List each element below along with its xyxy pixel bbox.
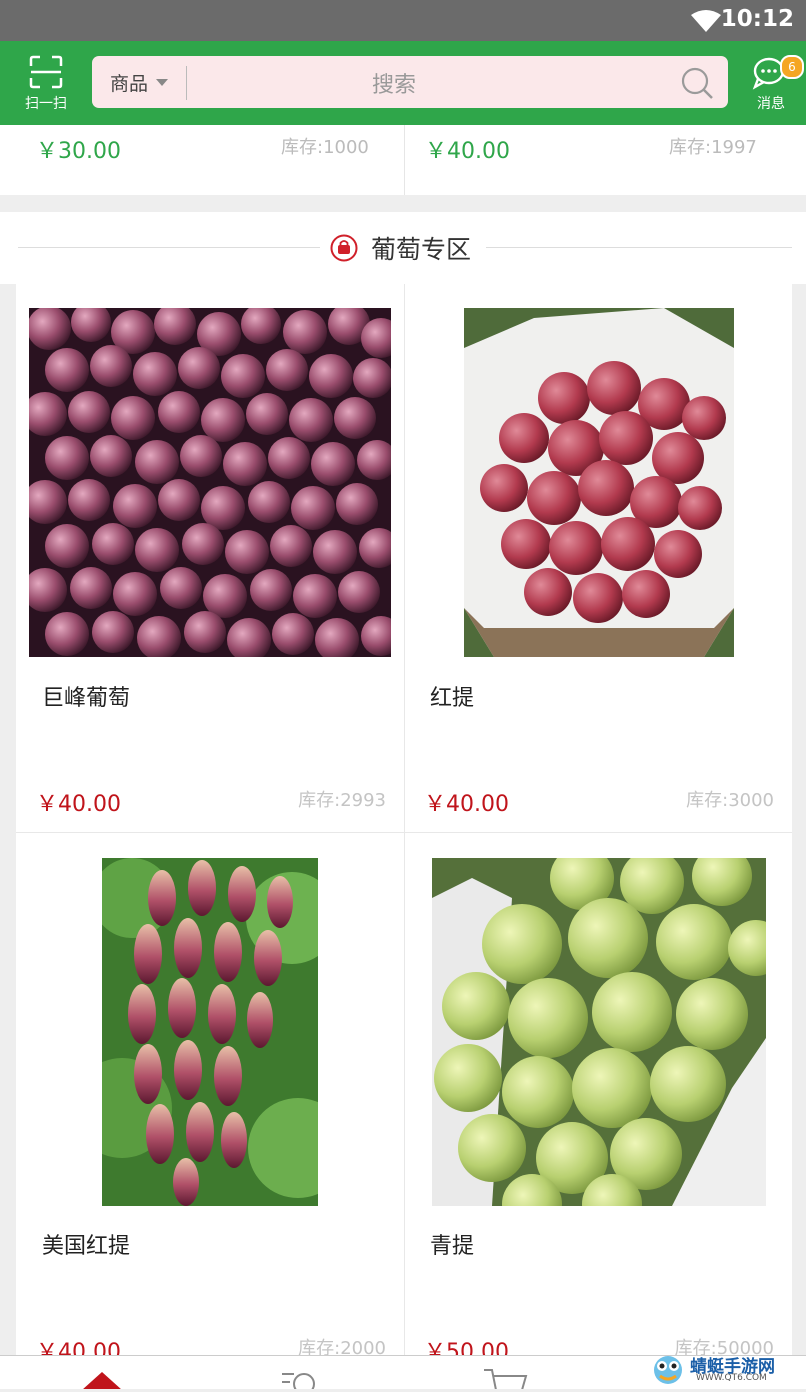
status-bar: 10:12 — [0, 0, 806, 41]
product-card[interactable]: ￥40.00 库存:1997 — [405, 125, 806, 195]
product-stock: 库存:1000 — [281, 137, 369, 158]
chevron-down-icon — [156, 79, 168, 86]
product-name: 巨峰葡萄 — [42, 686, 131, 711]
product-card[interactable]: 巨峰葡萄 ￥40.00 库存:2993 — [16, 284, 404, 832]
cart-icon[interactable] — [482, 1366, 532, 1389]
messages-label: 消息 — [757, 96, 785, 112]
top-bar: 扫一扫 商品 搜索 6 消息 — [0, 41, 806, 125]
product-stock: 库存:2000 — [298, 1338, 386, 1355]
green-grapes-photo — [432, 858, 766, 1206]
section-line-left — [18, 247, 320, 248]
messages-button[interactable]: 6 消息 — [748, 51, 804, 119]
status-time: 10:12 — [720, 6, 794, 32]
product-grid: 巨峰葡萄 ￥40.00 库存:2993 红提 ￥40.00 库存:3000 美国… — [16, 284, 792, 1355]
product-price: ￥40.00 — [425, 139, 510, 164]
watermark-logo: 蜻蜓手游网 WWW.QT6.COM — [650, 1352, 800, 1388]
search-input[interactable]: 搜索 — [372, 67, 416, 99]
scan-label: 扫一扫 — [25, 96, 67, 112]
product-name: 美国红提 — [42, 1234, 131, 1259]
search-bar[interactable]: 商品 搜索 — [92, 56, 728, 108]
product-price: ￥50.00 — [424, 1340, 509, 1355]
section-header: 葡萄专区 — [0, 212, 806, 284]
product-card[interactable]: 青提 ￥50.00 库存:50000 — [404, 832, 792, 1355]
product-card[interactable]: ￥30.00 库存:1000 — [0, 125, 404, 195]
purple-grapes-photo — [29, 308, 391, 657]
product-price: ￥40.00 — [424, 792, 509, 817]
finger-grapes-photo — [102, 858, 318, 1206]
product-stock: 库存:1997 — [669, 137, 757, 158]
search-list-icon[interactable] — [280, 1368, 324, 1389]
product-card[interactable]: 美国红提 ￥40.00 库存:2000 — [16, 832, 404, 1355]
wifi-icon — [691, 10, 721, 32]
section-line-right — [486, 247, 792, 248]
messages-badge: 6 — [780, 55, 804, 79]
search-icon[interactable] — [680, 66, 714, 100]
product-price: ￥40.00 — [36, 1340, 121, 1355]
product-stock: 库存:2993 — [298, 790, 386, 811]
search-category-select[interactable]: 商品 — [110, 69, 148, 96]
home-icon[interactable] — [80, 1370, 124, 1389]
watermark-subtext: WWW.QT6.COM — [696, 1373, 767, 1383]
red-globe-grapes-photo — [464, 308, 734, 657]
previous-product-row: ￥30.00 库存:1000 ￥40.00 库存:1997 — [0, 125, 806, 195]
product-price: ￥30.00 — [36, 139, 121, 164]
product-price: ￥40.00 — [36, 792, 121, 817]
search-divider — [186, 66, 187, 100]
product-name: 青提 — [430, 1234, 475, 1259]
scan-button[interactable]: 扫一扫 — [14, 53, 78, 117]
section-title: 葡萄专区 — [371, 235, 472, 264]
product-name: 红提 — [430, 686, 475, 711]
scan-icon — [29, 55, 63, 89]
product-stock: 库存:3000 — [686, 790, 774, 811]
shopping-bag-icon — [330, 234, 358, 262]
product-card[interactable]: 红提 ￥40.00 库存:3000 — [404, 284, 792, 832]
